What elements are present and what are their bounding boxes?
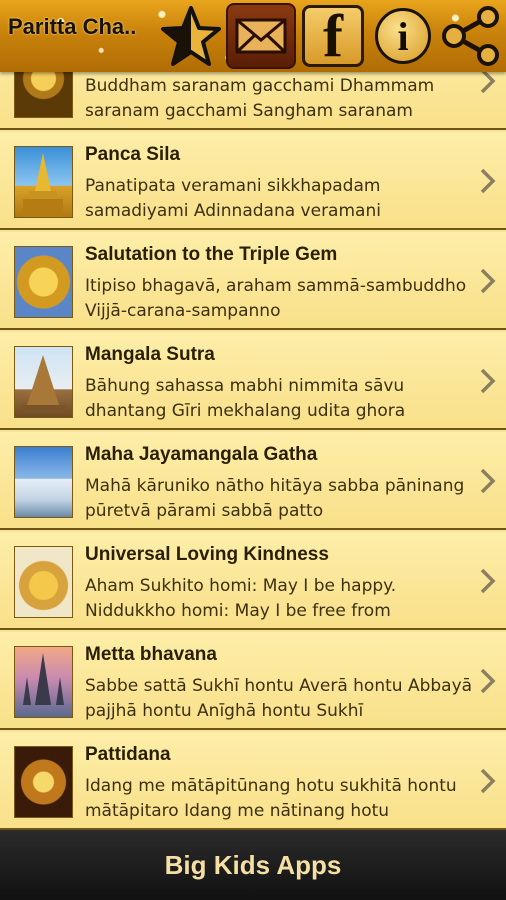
- chevron-right-icon: [480, 468, 496, 494]
- share-icon: [442, 6, 499, 66]
- chevron-right-icon: [480, 568, 496, 594]
- chevron-right-icon: [480, 368, 496, 394]
- chant-list: Buddham saranam gacchami Dhammam saranam…: [0, 62, 506, 830]
- list-item[interactable]: Mangala Sutra Bāhung sahassa mabhi nimmi…: [0, 332, 506, 430]
- item-title: Salutation to the Triple Gem: [85, 244, 338, 265]
- thumbnail-wat-arun: [14, 646, 73, 718]
- item-subtitle: Aham Sukhito homi: May I be happy. Niddu…: [85, 576, 397, 621]
- thumbnail-golden-buddha-shrine: [14, 546, 73, 618]
- facebook-icon: f: [302, 5, 364, 67]
- list-item[interactable]: Universal Loving Kindness Aham Sukhito h…: [0, 532, 506, 630]
- item-subtitle: Panatipata veramani sikkhapadam samadiya…: [85, 176, 381, 221]
- thumbnail-temple-interior: [14, 746, 73, 818]
- thumbnail-pagoda: [14, 346, 73, 418]
- list-item[interactable]: Pattidana Idang me mātāpitūnang hotu suk…: [0, 732, 506, 830]
- list-item[interactable]: Maha Jayamangala Gatha Mahā kāruniko nāt…: [0, 432, 506, 530]
- chevron-right-icon: [480, 668, 496, 694]
- item-subtitle: Sabbe sattā Sukhī hontu Averā hontu Abba…: [85, 676, 473, 721]
- item-title: Maha Jayamangala Gatha: [85, 444, 318, 465]
- facebook-button[interactable]: f: [300, 4, 366, 68]
- item-subtitle: Bāhung sahassa mabhi nimmita sāvu dhanta…: [85, 376, 406, 421]
- mail-icon: [235, 18, 287, 54]
- star-icon: [161, 6, 221, 66]
- favorite-button[interactable]: [156, 4, 222, 68]
- list-item[interactable]: Salutation to the Triple Gem Itipiso bha…: [0, 232, 506, 330]
- info-icon: i: [375, 8, 431, 64]
- chevron-right-icon: [480, 168, 496, 194]
- app-title: Paritta Cha..: [8, 14, 137, 39]
- item-subtitle: Buddham saranam gacchami Dhammam saranam…: [85, 76, 435, 121]
- chevron-right-icon: [480, 768, 496, 794]
- chevron-right-icon: [480, 268, 496, 294]
- footer-label: Big Kids Apps: [164, 849, 342, 880]
- share-button[interactable]: [438, 4, 504, 68]
- item-title: Universal Loving Kindness: [85, 544, 329, 565]
- item-subtitle: Mahā kāruniko nātho hitāya sabba pāninan…: [85, 476, 465, 521]
- thumbnail-golden-statue: [14, 246, 73, 318]
- item-title: Pattidana: [85, 744, 171, 765]
- item-title: Mangala Sutra: [85, 344, 215, 365]
- thumbnail-golden-stupa: [14, 146, 73, 218]
- list-item[interactable]: Buddham saranam gacchami Dhammam saranam…: [0, 62, 506, 130]
- app-header: Paritta Cha.. f i: [0, 0, 506, 72]
- email-button[interactable]: [226, 3, 296, 69]
- item-subtitle: Itipiso bhagavā, araham sammā-sambuddho …: [85, 276, 467, 321]
- list-item[interactable]: Metta bhavana Sabbe sattā Sukhī hontu Av…: [0, 632, 506, 730]
- thumbnail-white-temple: [14, 446, 73, 518]
- list-item[interactable]: Panca Sila Panatipata veramani sikkhapad…: [0, 132, 506, 230]
- item-subtitle: Idang me mātāpitūnang hotu sukhitā hontu…: [85, 776, 457, 821]
- info-button[interactable]: i: [372, 4, 434, 68]
- item-title: Panca Sila: [85, 144, 181, 165]
- item-title: Metta bhavana: [85, 644, 217, 665]
- footer-banner[interactable]: Big Kids Apps: [0, 830, 506, 900]
